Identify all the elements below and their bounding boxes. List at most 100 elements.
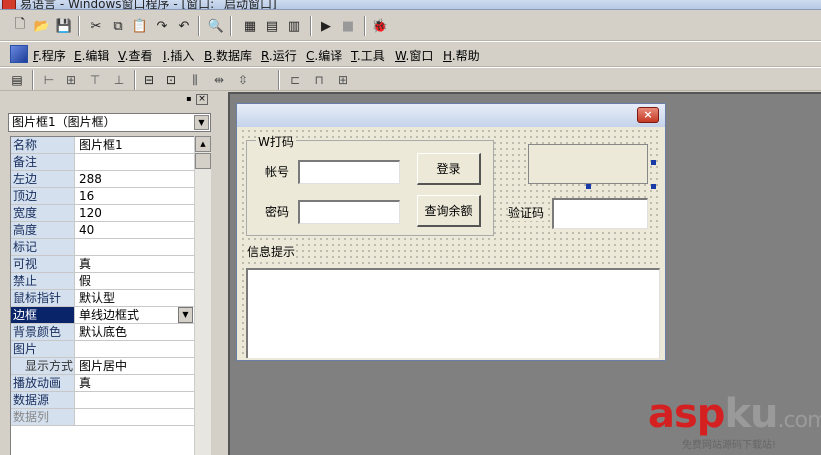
property-row[interactable]: 高度 40 [11, 222, 195, 239]
align-bottom-icon[interactable]: ⊥ [110, 71, 128, 89]
save-icon[interactable]: 💾 [54, 16, 74, 36]
property-row[interactable]: 顶边 16 [11, 188, 195, 205]
menu-help[interactable]: H.帮助 [443, 47, 480, 64]
find-icon[interactable]: 🔍 [206, 16, 226, 36]
property-row[interactable]: 可视 真 [11, 256, 195, 273]
menu-compile[interactable]: C.编译 [306, 47, 342, 64]
property-row[interactable]: 左边 288 [11, 171, 195, 188]
property-value[interactable] [77, 392, 195, 408]
align-left-icon[interactable]: ⊢ [40, 71, 58, 89]
property-row[interactable]: 名称 图片框1 [11, 137, 195, 154]
property-row[interactable]: 数据源 [11, 392, 195, 409]
property-value[interactable]: 120 [77, 205, 195, 221]
login-button[interactable]: 登录 [417, 153, 481, 185]
menu-run[interactable]: R.运行 [261, 47, 297, 64]
menu-tools[interactable]: T.工具 [351, 47, 385, 64]
space-equal-icon[interactable]: ⇹ [210, 71, 228, 89]
menu-view[interactable]: V.查看 [118, 47, 153, 64]
menu-program[interactable]: F.程序 [33, 47, 66, 64]
paste-icon[interactable]: 📋 [130, 16, 150, 36]
alignment-toolbar: ▤ ⊢ ⊞ ⊤ ⊥ ⊟ ⊡ ⫼ ⇹ ⇳ ⊏ ⊓ ⊞ [0, 67, 821, 91]
properties-icon[interactable]: ▤ [8, 71, 26, 89]
captcha-input[interactable] [552, 198, 648, 229]
menu-edit[interactable]: E.编辑 [74, 47, 109, 64]
login-group-box[interactable]: W打码 帐号 密码 登录 查询余额 [246, 133, 494, 236]
copy-icon[interactable]: ⧉ [108, 16, 128, 36]
stop-icon[interactable]: ■ [338, 16, 358, 36]
property-value[interactable]: 图片框1 [77, 137, 195, 153]
property-row[interactable]: 显示方式 图片居中 [11, 358, 195, 375]
same-height-icon[interactable]: ⊓ [310, 71, 328, 89]
property-row[interactable]: 禁止 假 [11, 273, 195, 290]
space-vertical-icon[interactable]: ⇳ [234, 71, 252, 89]
info-textbox[interactable] [246, 268, 660, 358]
property-row[interactable]: 背景颜色 默认底色 [11, 324, 195, 341]
password-input[interactable] [298, 200, 400, 224]
close-icon[interactable]: × [196, 94, 208, 105]
undo-icon[interactable]: ↶ [174, 16, 194, 36]
center-horizontal-icon[interactable]: ⊟ [140, 71, 158, 89]
property-value[interactable] [77, 409, 195, 425]
resize-handle[interactable] [651, 160, 656, 165]
property-grid: 名称 图片框1 备注 左边 288 顶边 16 宽度 120 高度 40 标记 … [10, 136, 195, 455]
run-icon[interactable]: ▶ [316, 16, 336, 36]
redo-icon[interactable]: ↷ [152, 16, 172, 36]
scroll-up-icon[interactable]: ▲ [195, 136, 211, 152]
open-folder-icon[interactable]: 📂 [32, 16, 52, 36]
property-value[interactable]: 默认型 [77, 290, 195, 306]
property-row-selected[interactable]: 边框 单线边框式 ▼ [11, 307, 195, 324]
property-value[interactable] [77, 154, 195, 170]
debug-icon[interactable]: 🐞 [370, 16, 390, 36]
new-file-icon[interactable]: 🗋 [10, 16, 30, 36]
property-value[interactable]: 40 [77, 222, 195, 238]
property-value[interactable] [77, 239, 195, 255]
form-title-bar[interactable]: × [237, 104, 665, 127]
property-row[interactable]: 宽度 120 [11, 205, 195, 222]
scroll-thumb[interactable] [195, 153, 211, 169]
space-horizontal-icon[interactable]: ⫼ [186, 71, 204, 89]
close-icon[interactable]: × [637, 107, 659, 123]
align-center-icon[interactable]: ⊞ [62, 71, 80, 89]
property-row[interactable]: 备注 [11, 154, 195, 171]
chevron-down-icon[interactable]: ▼ [178, 307, 193, 323]
menu-window[interactable]: W.窗口 [395, 47, 433, 64]
picture-box[interactable] [528, 144, 648, 184]
property-value[interactable]: 16 [77, 188, 195, 204]
resize-handle[interactable] [651, 184, 656, 189]
resize-handle[interactable] [586, 184, 591, 189]
cut-icon[interactable]: ✂ [86, 16, 106, 36]
property-row[interactable]: 标记 [11, 239, 195, 256]
query-balance-button[interactable]: 查询余额 [417, 195, 481, 227]
property-row[interactable]: 图片 [11, 341, 195, 358]
property-value[interactable]: 288 [77, 171, 195, 187]
menu-database[interactable]: B.数据库 [204, 47, 252, 64]
property-value[interactable]: 默认底色 [77, 324, 195, 340]
property-value[interactable]: 图片居中 [77, 358, 195, 374]
form-canvas[interactable]: W打码 帐号 密码 登录 查询余额 验证码 信息提示 [240, 128, 662, 358]
same-size-icon[interactable]: ⊞ [334, 71, 352, 89]
layout-3-icon[interactable]: ▥ [284, 16, 304, 36]
object-selector[interactable]: 图片框1（图片框） ▼ [8, 113, 211, 132]
layout-1-icon[interactable]: ▦ [240, 16, 260, 36]
password-label: 密码 [265, 203, 290, 220]
form-window[interactable]: × W打码 帐号 密码 登录 查询余额 验证码 信息提示 [236, 103, 666, 361]
object-selector-value: 图片框1（图片框） [12, 115, 116, 129]
pin-icon[interactable]: ▪ [183, 94, 195, 105]
property-row[interactable]: 鼠标指针 默认型 [11, 290, 195, 307]
account-input[interactable] [298, 160, 400, 184]
property-scrollbar[interactable]: ▲ [194, 136, 211, 455]
menu-insert[interactable]: I.插入 [163, 47, 194, 64]
standard-toolbar: 🗋 📂 💾 ✂ ⧉ 📋 ↷ ↶ 🔍 ▦ ▤ ▥ ▶ ■ 🐞 [0, 11, 821, 41]
property-value[interactable]: 真 [77, 375, 195, 391]
property-value[interactable] [77, 341, 195, 357]
property-row[interactable]: 数据列 [11, 409, 195, 426]
center-vertical-icon[interactable]: ⊡ [162, 71, 180, 89]
property-value[interactable]: 假 [77, 273, 195, 289]
property-value[interactable]: 真 [77, 256, 195, 272]
align-top-icon[interactable]: ⊤ [86, 71, 104, 89]
same-width-icon[interactable]: ⊏ [286, 71, 304, 89]
layout-2-icon[interactable]: ▤ [262, 16, 282, 36]
chevron-down-icon[interactable]: ▼ [194, 115, 209, 130]
property-name: 播放动画 [11, 375, 75, 391]
property-row[interactable]: 播放动画 真 [11, 375, 195, 392]
